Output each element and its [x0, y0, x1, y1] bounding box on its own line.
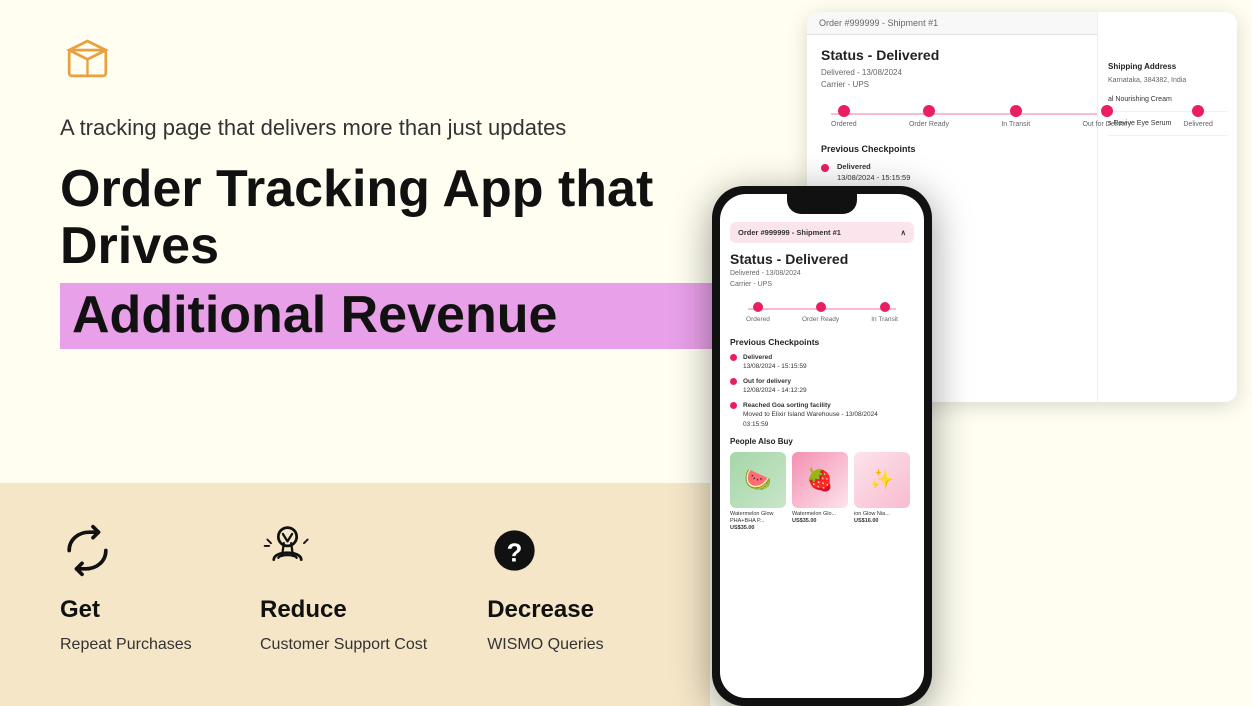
- step-ordered: Ordered: [831, 105, 857, 128]
- desktop-right-panel: Shipping Address Karnataka, 384382, Indi…: [1097, 12, 1237, 402]
- mobile-step-in-transit: In Transit: [871, 302, 898, 323]
- feature-reduce-desc: Customer Support Cost: [260, 634, 427, 656]
- box-logo-icon: [60, 30, 115, 85]
- people-also-buy-title: People Also Buy: [730, 437, 914, 446]
- mobile-inner: Order #999999 - Shipment #1 ∧ Status - D…: [720, 194, 924, 698]
- mobile-screenshot: Order #999999 - Shipment #1 ∧ Status - D…: [712, 186, 932, 706]
- headline-line1: Order Tracking App that Drives: [60, 161, 740, 275]
- right-screenshots: Order #999999 - Shipment #1 Status - Del…: [672, 0, 1252, 706]
- svg-text:?: ?: [507, 539, 523, 567]
- product-name-3: ion Glow Nia...: [854, 511, 910, 518]
- headline-highlight: Additional Revenue: [60, 283, 740, 348]
- mobile-status: Status - Delivered: [730, 251, 914, 267]
- mobile-cp-1: Delivered13/08/2024 - 15:15:59: [730, 353, 914, 371]
- step-dot: [923, 105, 935, 117]
- question-circle-icon: ?: [487, 523, 542, 578]
- mobile-step-ordered: Ordered: [746, 302, 770, 323]
- step-in-transit: In Transit: [1001, 105, 1030, 128]
- mobile-notch: [787, 194, 857, 214]
- product-name-2: Watermelon Glo...: [792, 511, 848, 518]
- headline-line2: Additional Revenue: [72, 287, 728, 344]
- feature-repeat: Get Repeat Purchases: [60, 523, 200, 656]
- product-image-3: ✨: [854, 452, 910, 508]
- mobile-checkpoints-title: Previous Checkpoints: [730, 337, 914, 347]
- tagline: A tracking page that delivers more than …: [60, 115, 740, 141]
- repeat-icon: [60, 523, 115, 578]
- mobile-order-id: Order #999999 - Shipment #1: [738, 228, 841, 237]
- shipping-address-label: Shipping Address: [1108, 62, 1227, 71]
- product-image-1: 🍉: [730, 452, 786, 508]
- step-dot: [838, 105, 850, 117]
- step-out-delivery: Out for Delivery: [1082, 105, 1131, 128]
- step-dot: [1010, 105, 1022, 117]
- checkpoint-dot: [821, 164, 829, 172]
- mobile-content: Order #999999 - Shipment #1 ∧ Status - D…: [720, 194, 924, 698]
- step-dot: [1101, 105, 1113, 117]
- feature-get-desc: Repeat Purchases: [60, 634, 192, 656]
- product-price-1: US$35.00: [730, 525, 786, 531]
- mobile-cp-2: Out for delivery12/08/2024 - 14:12:29: [730, 377, 914, 395]
- mobile-tracking-bar: Ordered Order Ready In Transit: [730, 302, 914, 323]
- step-delivered: Delivered: [1183, 105, 1213, 128]
- logo-area: [60, 30, 740, 85]
- step-order-ready: Order Ready: [909, 105, 949, 128]
- product-card-3: ✨ ion Glow Nia... US$16.00: [854, 452, 910, 531]
- desktop-order-id: Order #999999 - Shipment #1: [819, 18, 938, 28]
- product-image-2: 🍓: [792, 452, 848, 508]
- feature-get-title: Get: [60, 596, 100, 624]
- step-dot: [1192, 105, 1204, 117]
- products-scroll: 🍉 Watermelon Glow PHA+BHA P... US$35.00 …: [730, 452, 914, 531]
- product-card-2: 🍓 Watermelon Glo... US$35.00: [792, 452, 848, 531]
- product-card-1: 🍉 Watermelon Glow PHA+BHA P... US$35.00: [730, 452, 786, 531]
- feature-wismo: ? Decrease WISMO Queries: [487, 523, 627, 656]
- features-section: Get Repeat Purchases Reduce Customer Sup…: [0, 483, 710, 706]
- product-name-1: Watermelon Glow PHA+BHA P...: [730, 511, 786, 525]
- mobile-meta: Delivered - 13/08/2024 Carrier - UPS: [730, 269, 914, 290]
- product-price-2: US$35.00: [792, 518, 848, 524]
- feature-support: Reduce Customer Support Cost: [260, 523, 427, 656]
- feature-decrease-title: Decrease: [487, 596, 594, 624]
- page-wrapper: A tracking page that delivers more than …: [0, 0, 1252, 706]
- product-price-3: US$16.00: [854, 518, 910, 524]
- handshake-icon: [260, 523, 315, 578]
- shipping-address-value: Karnataka, 384382, India: [1108, 77, 1227, 84]
- mobile-step-order-ready: Order Ready: [802, 302, 839, 323]
- feature-reduce-title: Reduce: [260, 596, 347, 624]
- mobile-expand-icon: ∧: [901, 228, 907, 237]
- mobile-cp-3: Reached Goa sorting facility Moved to El…: [730, 401, 914, 428]
- feature-decrease-desc: WISMO Queries: [487, 634, 603, 656]
- mobile-order-header: Order #999999 - Shipment #1 ∧: [730, 222, 914, 243]
